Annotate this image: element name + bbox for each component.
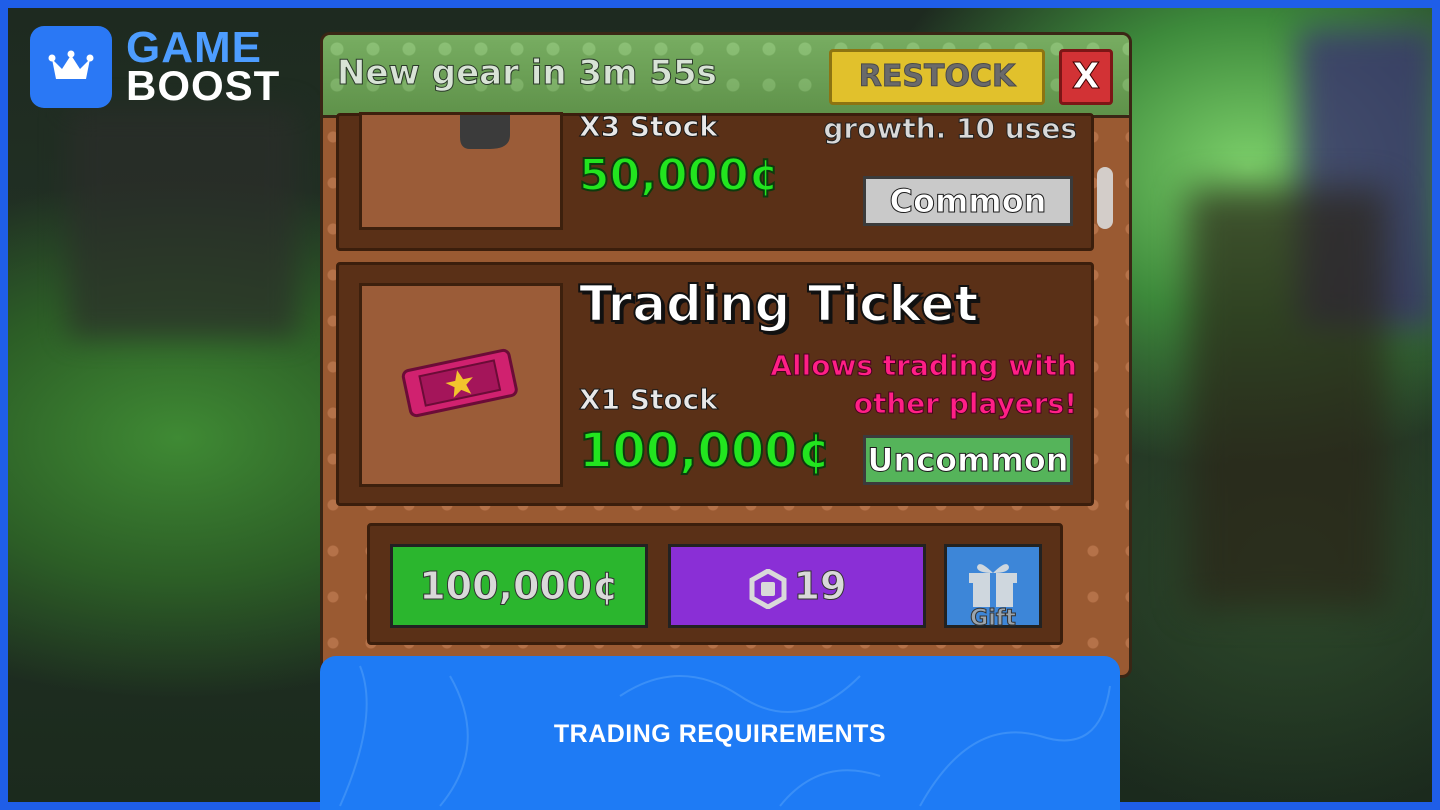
logo-wordmark: GAME BOOST xyxy=(126,26,281,109)
rarity-badge: Uncommon xyxy=(863,435,1073,485)
purchase-bar: 100,000¢ 19 Gift xyxy=(367,523,1063,645)
background-shape xyxy=(1188,188,1388,608)
restock-button[interactable]: RESTOCK xyxy=(829,49,1045,105)
item-price: 100,000¢ xyxy=(578,422,832,480)
close-button[interactable]: X xyxy=(1059,49,1113,105)
item-price: 50,000¢ xyxy=(578,149,780,202)
ticket-icon xyxy=(401,348,518,418)
crown-icon xyxy=(30,26,112,108)
gear-shop-panel: New gear in 3m 55s RESTOCK X X3 Stock 50… xyxy=(320,32,1132,678)
item-description: growth. 10 uses xyxy=(823,112,1078,146)
gear-icon xyxy=(460,115,510,149)
item-stock: X3 Stock xyxy=(579,110,719,144)
banner-title: TRADING REQUIREMENTS xyxy=(553,720,887,748)
gift-icon xyxy=(969,564,1017,607)
scrollbar-thumb[interactable] xyxy=(1097,167,1113,229)
buy-with-robux-button[interactable]: 19 xyxy=(668,544,926,628)
gift-label: Gift xyxy=(970,606,1017,631)
item-thumbnail xyxy=(359,112,563,230)
restock-timer: New gear in 3m 55s xyxy=(337,53,718,94)
item-stock: X1 Stock xyxy=(579,383,719,417)
shop-item-card[interactable]: X3 Stock 50,000¢ growth. 10 uses Common xyxy=(336,110,1094,251)
gift-button[interactable]: Gift xyxy=(944,544,1042,631)
item-description-line1: Allows trading with xyxy=(770,349,1078,383)
item-description-line2: other players! xyxy=(853,387,1077,421)
logo-line2: BOOST xyxy=(126,62,281,109)
item-thumbnail xyxy=(359,283,563,487)
shop-item-card[interactable]: Trading Ticket X1 Stock 100,000¢ Allows … xyxy=(336,262,1094,506)
background-shape xyxy=(68,108,298,338)
article-banner: TRADING REQUIREMENTS xyxy=(320,656,1120,810)
shop-header: New gear in 3m 55s RESTOCK X xyxy=(323,35,1129,118)
robux-icon xyxy=(749,568,787,609)
buy-with-cash-button[interactable]: 100,000¢ xyxy=(390,544,648,628)
rarity-badge: Common xyxy=(863,176,1073,226)
robux-price: 19 xyxy=(793,564,847,609)
gameboost-logo: GAME BOOST xyxy=(30,26,280,108)
item-title: Trading Ticket xyxy=(578,274,979,334)
